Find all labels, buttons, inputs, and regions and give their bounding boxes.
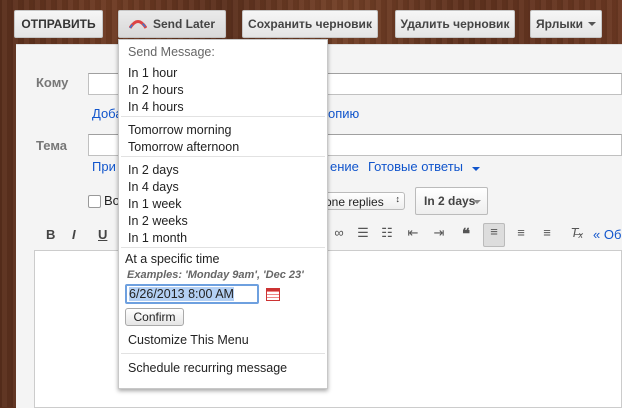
compose-toolbar: ОТПРАВИТЬ Send Later Сохранить черновик … <box>0 10 622 40</box>
send-later-label: Send Later <box>152 17 215 31</box>
send-later-menu: Send Message: In 1 hour In 2 hours In 4 … <box>118 39 328 389</box>
menu-item-in-2-weeks[interactable]: In 2 weeks <box>128 214 188 228</box>
specific-time-label: At a specific time <box>125 252 220 266</box>
chevron-down-icon <box>471 167 480 171</box>
canned-responses-link[interactable]: Готовые ответы <box>368 159 480 174</box>
indent-more-icon[interactable]: ⇥ <box>430 225 448 243</box>
menu-item-in-2-hours[interactable]: In 2 hours <box>128 83 184 97</box>
remove-formatting-icon[interactable]: T̶ₓ <box>568 225 586 243</box>
menu-header: Send Message: <box>128 45 215 59</box>
menu-item-in-1-month[interactable]: In 1 month <box>128 231 187 245</box>
menu-item-in-4-days[interactable]: In 4 days <box>128 180 179 194</box>
bold-button[interactable]: B <box>46 227 55 242</box>
numbered-list-icon[interactable]: ☰ <box>354 225 372 243</box>
menu-item-in-1-week[interactable]: In 1 week <box>128 197 182 211</box>
menu-divider <box>121 116 325 117</box>
menu-item-in-4-hours[interactable]: In 4 hours <box>128 100 184 114</box>
quote-icon[interactable]: ❝ <box>457 225 475 243</box>
send-later-button[interactable]: Send Later <box>118 10 226 38</box>
canned-replies-value: one replies <box>325 195 384 209</box>
confirm-button[interactable]: Confirm <box>125 308 184 326</box>
labels-label: Ярлыки <box>536 17 583 31</box>
menu-item-in-1-hour[interactable]: In 1 hour <box>128 66 177 80</box>
followup-value: In 2 days <box>424 194 476 208</box>
menu-divider <box>121 247 325 248</box>
indent-less-icon[interactable]: ⇤ <box>404 225 422 243</box>
delete-draft-button[interactable]: Удалить черновик <box>395 10 515 38</box>
align-right-icon[interactable]: ≡ <box>538 225 556 243</box>
canned-responses-label: Готовые ответы <box>368 159 463 174</box>
menu-item-in-2-days[interactable]: In 2 days <box>128 163 179 177</box>
menu-item-tomorrow-afternoon[interactable]: Tomorrow afternoon <box>128 140 239 154</box>
add-bcc-link[interactable]: опию <box>328 106 359 121</box>
menu-item-schedule-recurring[interactable]: Schedule recurring message <box>128 361 287 375</box>
labels-button[interactable]: Ярлыки <box>530 10 602 38</box>
menu-divider <box>121 353 325 354</box>
chevron-down-icon <box>587 22 596 26</box>
boomerang-icon <box>128 20 147 29</box>
save-draft-button[interactable]: Сохранить черновик <box>242 10 378 38</box>
send-button[interactable]: ОТПРАВИТЬ <box>14 10 103 38</box>
datetime-value: 6/26/2013 8:00 AM <box>129 287 234 301</box>
datetime-input[interactable]: 6/26/2013 8:00 AM <box>125 284 259 304</box>
subject-label: Тема <box>36 138 68 153</box>
menu-item-customize[interactable]: Customize This Menu <box>128 333 249 347</box>
followup-select[interactable]: In 2 days <box>415 187 488 215</box>
link-icon[interactable]: ∞ <box>330 225 348 243</box>
underline-button[interactable]: U <box>98 227 107 242</box>
align-center-icon[interactable]: ≡ <box>512 225 530 243</box>
specific-time-examples: Examples: 'Monday 9am', 'Dec 23' <box>127 269 304 281</box>
menu-divider <box>121 156 325 157</box>
attach-file-link[interactable]: При <box>92 159 116 174</box>
menu-item-tomorrow-morning[interactable]: Tomorrow morning <box>128 123 232 137</box>
select-arrows-icon: ↕ <box>395 194 401 204</box>
bulleted-list-icon[interactable]: ☷ <box>378 225 396 243</box>
plain-text-link[interactable]: « Об <box>593 227 621 242</box>
insert-invitation-link[interactable]: ение <box>330 159 359 174</box>
italic-button[interactable]: I <box>72 227 76 242</box>
align-left-icon[interactable]: ≡ <box>483 223 505 247</box>
canned-replies-select[interactable]: one replies ↕ <box>318 192 405 210</box>
to-label: Кому <box>36 75 69 90</box>
option-checkbox[interactable] <box>88 195 101 208</box>
calendar-icon[interactable] <box>266 288 280 301</box>
chevron-down-icon <box>473 200 481 204</box>
